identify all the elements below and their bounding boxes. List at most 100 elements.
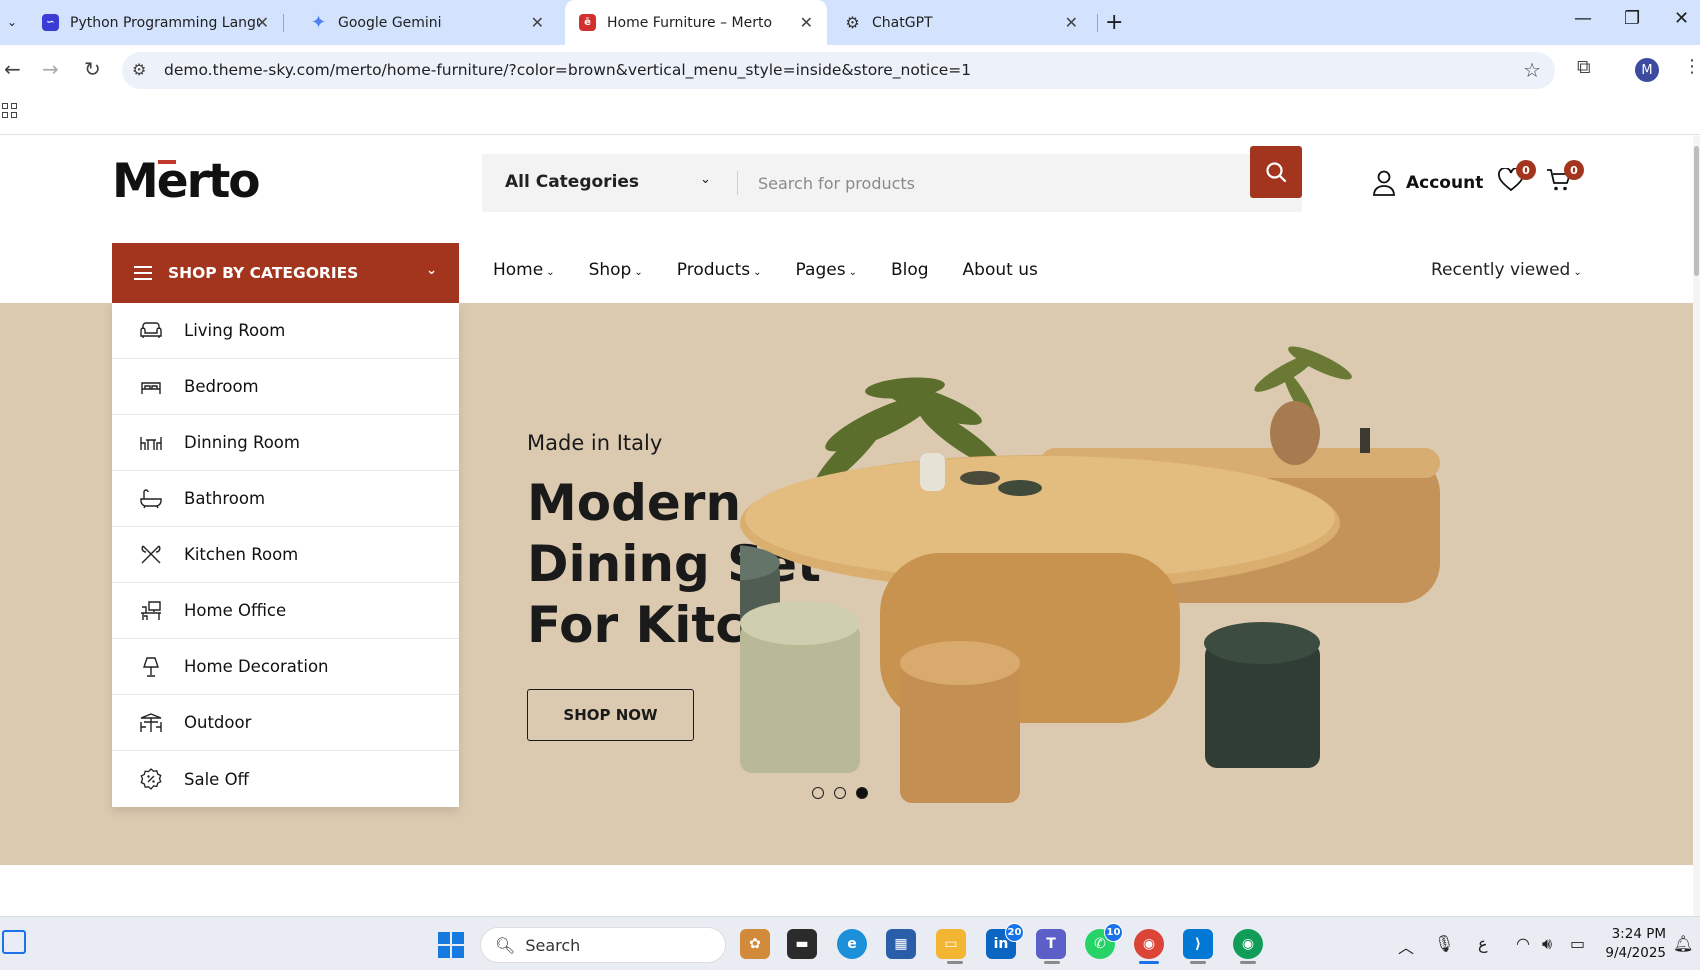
slider-dot[interactable]: [834, 787, 846, 799]
hero-subtitle: Made in Italy: [527, 431, 663, 455]
file-explorer-icon[interactable]: ▭: [936, 929, 966, 959]
whatsapp-app-icon[interactable]: ✆ 10: [1085, 923, 1123, 959]
linkedin-notification-badge: 20: [1005, 923, 1024, 942]
slider-dot[interactable]: [812, 787, 824, 799]
minimize-window-icon[interactable]: —: [1574, 8, 1592, 29]
store-app-icon[interactable]: ▦: [886, 929, 916, 959]
chevron-down-icon: ⌄: [634, 267, 643, 278]
nav-item-home[interactable]: Home ⌄: [493, 260, 555, 280]
back-arrow-icon[interactable]: ←: [4, 57, 21, 81]
stool-sage: [740, 601, 860, 773]
tab-title: Home Furniture – Merto: [607, 14, 773, 31]
category-home-decoration[interactable]: Home Decoration: [112, 639, 459, 695]
chevron-down-icon: ⌄: [848, 267, 857, 278]
new-tab-plus-icon[interactable]: +: [1105, 10, 1123, 35]
bookmarks-bar: [0, 95, 1700, 135]
lamp-icon: [138, 654, 164, 680]
nav-label: Shop: [588, 260, 632, 280]
discount-icon: [138, 766, 164, 792]
clock-time: 3:24 PM: [1611, 926, 1666, 942]
wishlist-button[interactable]: 0: [1498, 160, 1536, 196]
chevron-down-icon: ⌄: [1573, 267, 1582, 278]
battery-icon[interactable]: ▭: [1570, 934, 1585, 953]
category-outdoor[interactable]: Outdoor: [112, 695, 459, 751]
url-text[interactable]: demo.theme-sky.com/merto/home-furniture/…: [164, 61, 971, 79]
windows-start-icon[interactable]: [438, 932, 464, 958]
python-favicon-icon: ∽: [42, 14, 59, 31]
slider-dot-active[interactable]: [856, 787, 868, 799]
site-logo[interactable]: Merto: [112, 154, 261, 209]
tab-separator: [283, 14, 284, 32]
wifi-icon[interactable]: ◠: [1516, 934, 1530, 953]
office-desk-icon: [138, 598, 164, 624]
extensions-puzzle-icon[interactable]: ⧉: [1577, 56, 1591, 78]
search-input[interactable]: [758, 166, 1238, 200]
search-button[interactable]: [1250, 146, 1302, 198]
running-indicator: [1044, 961, 1060, 964]
nav-item-products[interactable]: Products ⌄: [677, 260, 762, 280]
category-sale-off[interactable]: Sale Off: [112, 751, 459, 807]
close-tab-icon[interactable]: ✕: [256, 13, 269, 32]
chrome-profile-app-icon[interactable]: ◉: [1233, 929, 1263, 959]
system-clock[interactable]: 3:24 PM 9/4/2025: [1604, 925, 1666, 963]
tab-gemini[interactable]: ✦ Google Gemini ✕: [296, 0, 558, 45]
vscode-app-icon[interactable]: ⟩: [1183, 929, 1213, 959]
bookmark-star-icon[interactable]: ☆: [1523, 58, 1541, 82]
category-select[interactable]: All Categories: [505, 172, 639, 192]
shop-now-button[interactable]: SHOP NOW: [527, 689, 694, 741]
nav-item-about-us[interactable]: About us: [963, 260, 1038, 280]
microphone-icon[interactable]: 🎙︎: [1434, 934, 1454, 953]
gemini-favicon-icon: ✦: [310, 12, 327, 33]
tab-merto-active[interactable]: ē Home Furniture – Merto ✕: [565, 0, 827, 45]
reload-icon[interactable]: ↻: [84, 57, 101, 81]
close-window-icon[interactable]: ✕: [1674, 8, 1689, 29]
category-home-office[interactable]: Home Office: [112, 583, 459, 639]
apps-grid-icon[interactable]: [2, 103, 17, 118]
nav-item-shop[interactable]: Shop ⌄: [589, 260, 643, 280]
category-bedroom[interactable]: Bedroom: [112, 359, 459, 415]
copilot-app-icon[interactable]: ✿: [740, 929, 770, 959]
site-settings-icon[interactable]: ⚙: [132, 60, 146, 79]
stool-dark-green: [1204, 622, 1320, 768]
shop-by-categories-toggle[interactable]: SHOP BY CATEGORIES ⌄: [112, 243, 459, 303]
cart-button[interactable]: 0: [1546, 160, 1584, 196]
close-tab-icon[interactable]: ✕: [1065, 13, 1078, 32]
close-tab-icon[interactable]: ✕: [531, 13, 544, 32]
close-tab-icon[interactable]: ✕: [800, 13, 813, 32]
restore-window-icon[interactable]: ❐: [1624, 8, 1640, 29]
omnibox[interactable]: ⚙ demo.theme-sky.com/merto/home-furnitur…: [122, 52, 1555, 89]
nav-item-pages[interactable]: Pages ⌄: [796, 260, 857, 280]
category-living-room[interactable]: Living Room: [112, 303, 459, 359]
category-label: Home Office: [184, 601, 287, 620]
input-language-indicator[interactable]: ع: [1478, 934, 1488, 953]
account-link[interactable]: Account: [1372, 170, 1483, 196]
widgets-icon[interactable]: [2, 930, 26, 954]
nav-item-blog[interactable]: Blog: [891, 260, 929, 280]
tab-python[interactable]: ∽ Python Programming Language ✕: [28, 0, 283, 45]
tab-chatgpt[interactable]: ⚙ ChatGPT ✕: [830, 0, 1092, 45]
chrome-app-icon[interactable]: ◉: [1134, 929, 1164, 959]
profile-avatar[interactable]: M: [1635, 58, 1659, 82]
forward-arrow-icon[interactable]: →: [42, 57, 59, 81]
stool-wood: [900, 641, 1020, 803]
recently-viewed-dropdown[interactable]: Recently viewed ⌄: [1431, 260, 1582, 280]
linkedin-app-icon[interactable]: in 20: [986, 923, 1024, 959]
taskbar-search-box[interactable]: 🔍︎ Search: [480, 927, 726, 963]
terminal-app-icon[interactable]: ▬: [787, 929, 817, 959]
category-bathroom[interactable]: Bathroom: [112, 471, 459, 527]
category-dinning-room[interactable]: Dinning Room: [112, 415, 459, 471]
nav-label: Pages: [795, 260, 846, 280]
dining-table-icon: [138, 430, 164, 456]
recently-viewed-label: Recently viewed: [1431, 260, 1571, 280]
teams-app-icon[interactable]: T: [1036, 929, 1066, 959]
tray-overflow-chevron-icon[interactable]: ︿: [1398, 934, 1414, 958]
scrollbar-thumb[interactable]: [1694, 146, 1699, 276]
active-app-indicator: [1139, 961, 1159, 964]
browser-menu-icon[interactable]: ⋮: [1683, 56, 1700, 77]
tab-search-chevron-icon[interactable]: ⌄: [2, 12, 22, 32]
notification-bell-icon[interactable]: 🔔︎: [1673, 934, 1693, 953]
category-kitchen-room[interactable]: Kitchen Room: [112, 527, 459, 583]
volume-icon[interactable]: 🔊︎: [1542, 934, 1552, 954]
chevron-down-icon[interactable]: ⌄: [700, 172, 711, 187]
edge-browser-icon[interactable]: e: [837, 929, 867, 959]
